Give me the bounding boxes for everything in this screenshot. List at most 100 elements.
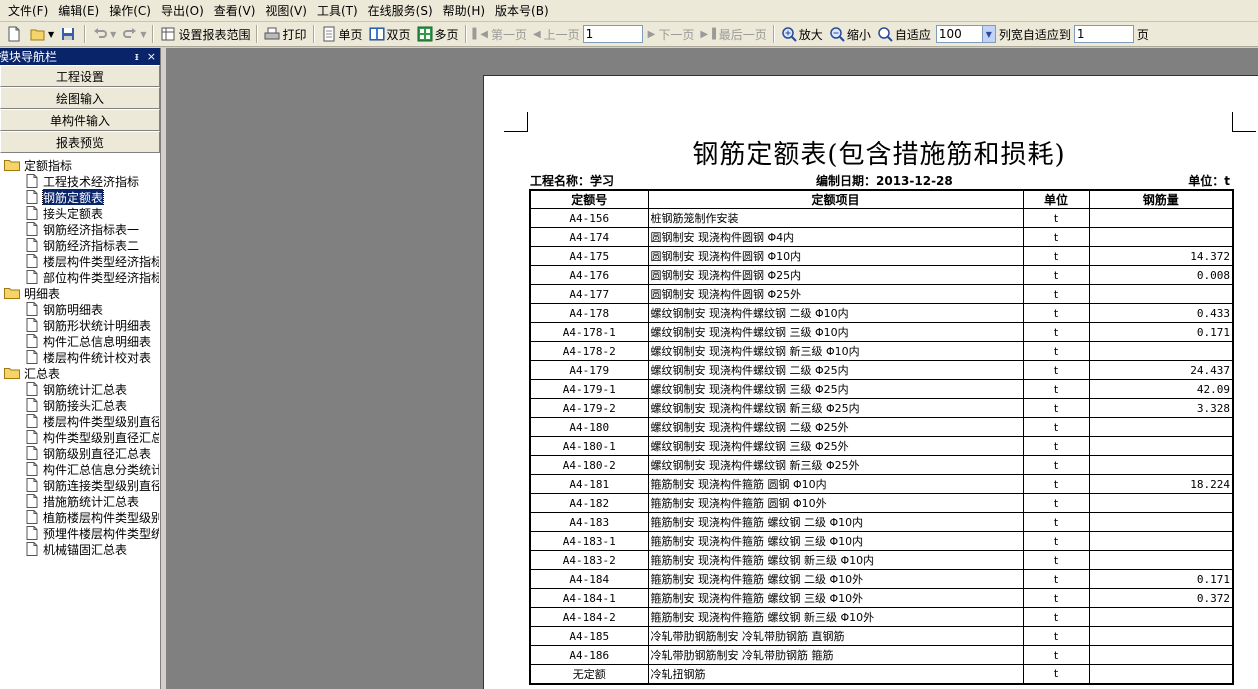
- document-icon: [26, 174, 38, 188]
- unit-cell: t: [1022, 303, 1090, 323]
- quota-code-cell: A4-156: [529, 208, 649, 228]
- new-file-button[interactable]: [3, 24, 27, 45]
- single-page-button[interactable]: 单页: [318, 24, 366, 45]
- fit-label: 自适应: [894, 27, 931, 42]
- menu-item[interactable]: 文件(F): [4, 1, 52, 21]
- nav-button[interactable]: 报表预览: [0, 131, 160, 153]
- tree-item[interactable]: 楼层构件统计校对表: [4, 349, 159, 365]
- toolbar-separator: [256, 25, 259, 43]
- menu-item[interactable]: 工具(T): [313, 1, 362, 21]
- menu-item[interactable]: 帮助(H): [439, 1, 489, 21]
- quota-item-cell: 螺纹钢制安 现浇构件螺纹钢 三级 Φ25外: [647, 436, 1024, 456]
- open-file-button[interactable]: ▼: [27, 24, 57, 45]
- tree-folder[interactable]: 定额指标: [4, 157, 160, 173]
- tree-item-label: 钢筋经济指标表二: [43, 238, 140, 253]
- tree-item[interactable]: 工程技术经济指标: [4, 173, 159, 189]
- fit-button[interactable]: 自适应: [874, 24, 934, 45]
- column-fit-input[interactable]: [1073, 25, 1134, 43]
- menu-item[interactable]: 在线服务(S): [364, 1, 437, 21]
- menu-item[interactable]: 导出(O): [157, 1, 208, 21]
- quantity-cell: 0.171: [1088, 322, 1234, 342]
- document-icon: [26, 398, 38, 412]
- table-row: A4-177 圆钢制安 现浇构件圆钢 Φ25外 t: [529, 284, 1234, 304]
- tree-item[interactable]: 楼层构件类型经济指标: [4, 253, 159, 269]
- tree-item[interactable]: 措施筋统计汇总表: [4, 493, 159, 509]
- multi-page-button[interactable]: 多页: [414, 24, 462, 45]
- pin-icon[interactable]: ᵻ: [135, 50, 139, 63]
- last-page-label: 最后一页: [718, 27, 767, 42]
- unit-cell: t: [1022, 550, 1090, 570]
- first-page-button[interactable]: ▌◀ 第一页: [470, 24, 530, 45]
- print-button[interactable]: 打印: [261, 24, 309, 45]
- tree-item[interactable]: 预埋件楼层构件类型统: [4, 525, 159, 541]
- redo-button[interactable]: ▼: [119, 24, 149, 45]
- tree-folder[interactable]: 汇总表: [4, 365, 160, 381]
- tree-item[interactable]: 钢筋经济指标表二: [4, 237, 159, 253]
- tree-item[interactable]: 钢筋接头汇总表: [4, 397, 159, 413]
- undo-button[interactable]: ▼: [89, 24, 119, 45]
- document-icon: [26, 270, 38, 284]
- nav-button[interactable]: 绘图输入: [0, 87, 160, 109]
- tree-item[interactable]: 钢筋统计汇总表: [4, 381, 159, 397]
- last-page-button[interactable]: ▶▐ 最后一页: [697, 24, 769, 45]
- first-page-icon: ▌◀: [472, 28, 488, 40]
- quota-item-cell: 螺纹钢制安 现浇构件螺纹钢 新三级 Φ25内: [647, 398, 1024, 418]
- double-page-button[interactable]: 双页: [366, 24, 414, 45]
- toolbar-separator: [152, 25, 155, 43]
- tree-item[interactable]: 钢筋级别直径汇总表: [4, 445, 159, 461]
- crop-mark: [504, 112, 528, 132]
- unit-cell: t: [1022, 322, 1090, 342]
- quantity-cell: 3.328: [1088, 398, 1234, 418]
- page-number-input[interactable]: [582, 25, 643, 43]
- menu-item[interactable]: 视图(V): [261, 1, 311, 21]
- document-icon: [26, 542, 38, 556]
- tree-item[interactable]: 钢筋经济指标表一: [4, 221, 159, 237]
- tree-item[interactable]: 钢筋明细表: [4, 301, 159, 317]
- nav-button[interactable]: 单构件输入: [0, 109, 160, 131]
- set-range-button[interactable]: 设置报表范围: [157, 24, 253, 45]
- quota-item-cell: 圆钢制安 现浇构件圆钢 Φ25外: [647, 284, 1024, 304]
- project-name: 工程名称：学习: [530, 174, 615, 188]
- next-page-button[interactable]: ▶ 下一页: [645, 24, 698, 45]
- tree-item[interactable]: 植筋楼层构件类型级别: [4, 509, 159, 525]
- tree-item[interactable]: 楼层构件类型级别直径: [4, 413, 159, 429]
- quota-code-cell: 无定额: [529, 664, 649, 684]
- tree-item[interactable]: 机械锚固汇总表: [4, 541, 159, 557]
- tree-item-label: 接头定额表: [43, 206, 104, 221]
- menu-item[interactable]: 操作(C): [105, 1, 155, 21]
- menu-item[interactable]: 查看(V): [210, 1, 260, 21]
- menu-item[interactable]: 版本号(B): [491, 1, 553, 21]
- tree-item[interactable]: 接头定额表: [4, 205, 159, 221]
- tree-item[interactable]: 构件汇总信息明细表: [4, 333, 159, 349]
- quota-code-cell: A4-176: [529, 265, 649, 285]
- report-preview-area[interactable]: 钢筋定额表(包含措施筋和损耗) 工程名称：学习 编制日期：2013-12-28 …: [166, 48, 1258, 689]
- zoom-select[interactable]: ▼: [935, 25, 996, 43]
- save-icon: [62, 28, 75, 40]
- menu-bar: 文件(F) 编辑(E) 操作(C) 导出(O) 查看(V) 视图(V) 工具(T) 在线服务(…: [0, 0, 1258, 22]
- quota-code-cell: A4-179-1: [529, 379, 649, 399]
- prev-page-button[interactable]: ◀ 上一页: [530, 24, 583, 45]
- tree-item[interactable]: 构件汇总信息分类统计: [4, 461, 159, 477]
- document-icon: [26, 462, 38, 476]
- close-icon[interactable]: ×: [147, 50, 156, 63]
- tree-item[interactable]: 部位构件类型经济指标: [4, 269, 159, 285]
- tree-item[interactable]: 钢筋形状统计明细表: [4, 317, 159, 333]
- unit-cell: t: [1022, 607, 1090, 627]
- menu-item[interactable]: 编辑(E): [54, 1, 103, 21]
- tree-item[interactable]: 钢筋连接类型级别直径: [4, 477, 159, 493]
- unit-cell: t: [1022, 360, 1090, 380]
- chevron-down-icon[interactable]: ▼: [981, 25, 996, 43]
- tree-folder[interactable]: 明细表: [4, 285, 160, 301]
- zoom-in-button[interactable]: 放大: [778, 24, 826, 45]
- zoom-value-input[interactable]: [935, 25, 982, 43]
- unit-cell: t: [1022, 398, 1090, 418]
- redo-icon: [123, 28, 137, 38]
- quota-code-cell: A4-186: [529, 645, 649, 665]
- unit-cell: t: [1022, 208, 1090, 228]
- nav-button[interactable]: 工程设置: [0, 65, 160, 87]
- zoom-in-icon: [782, 27, 797, 42]
- tree-item[interactable]: 钢筋定额表: [4, 189, 159, 205]
- tree-item[interactable]: 构件类型级别直径汇总: [4, 429, 159, 445]
- zoom-out-button[interactable]: 缩小: [826, 24, 874, 45]
- save-button[interactable]: [57, 24, 81, 45]
